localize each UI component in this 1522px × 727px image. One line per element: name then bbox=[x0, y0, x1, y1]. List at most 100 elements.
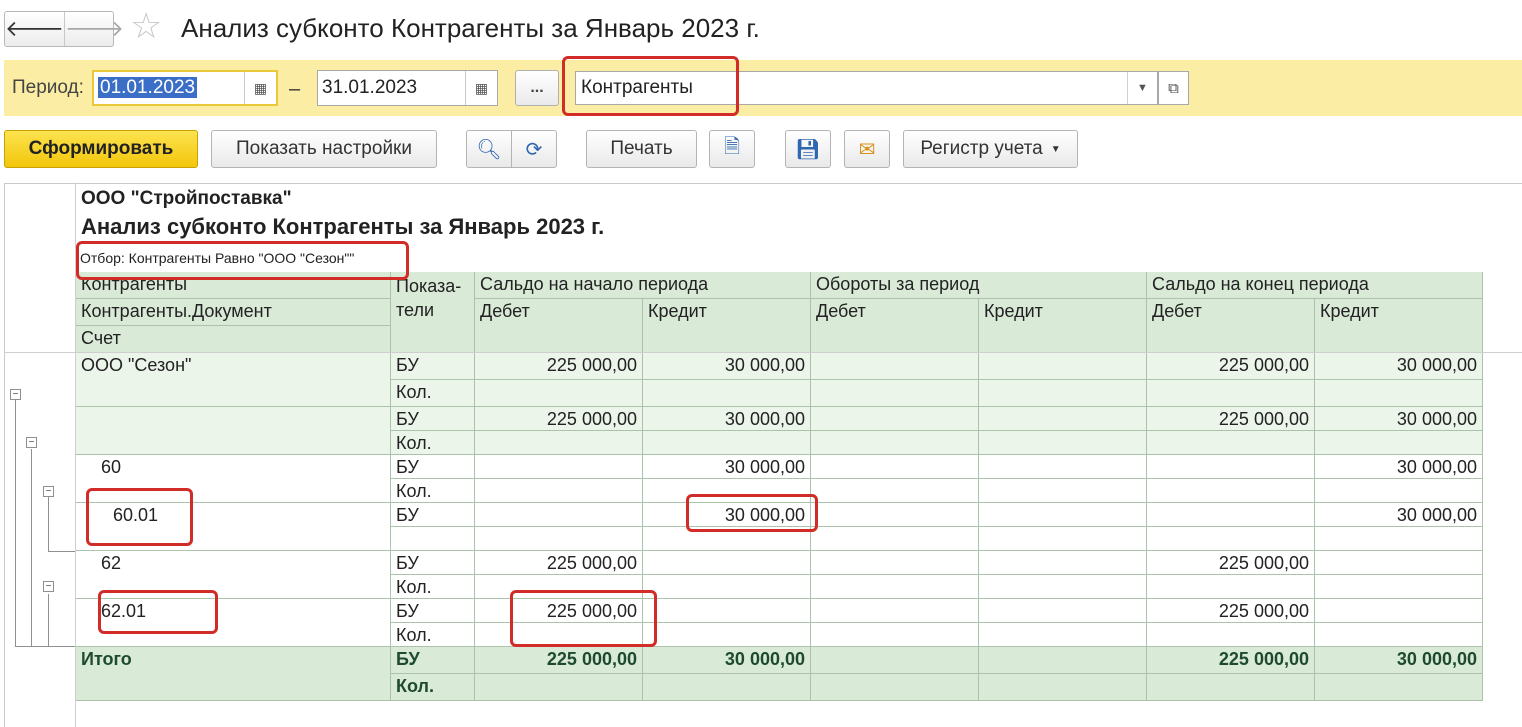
value-cell bbox=[1147, 479, 1315, 503]
value-cell bbox=[811, 623, 979, 647]
collapse-icon[interactable]: − bbox=[10, 389, 21, 400]
indicator-cell bbox=[391, 527, 475, 551]
column-header: Кредит bbox=[643, 299, 811, 353]
date-to-field[interactable]: 31.01.2023 ▦ bbox=[317, 70, 498, 106]
total-value bbox=[643, 674, 811, 701]
highlight-frame bbox=[510, 590, 657, 647]
total-value bbox=[811, 674, 979, 701]
save-icon[interactable]: 💾︎ bbox=[785, 130, 831, 168]
indicator-cell: БУ bbox=[391, 455, 475, 479]
calendar-icon[interactable]: ▦ bbox=[244, 72, 276, 104]
chevron-down-icon[interactable]: ▼ bbox=[1127, 72, 1157, 104]
column-header: Показа- тели bbox=[391, 272, 475, 353]
column-header: Сальдо на конец периода bbox=[1147, 272, 1483, 299]
total-value bbox=[979, 647, 1147, 674]
chevron-down-icon: ▼ bbox=[1050, 143, 1061, 155]
value-cell bbox=[979, 431, 1147, 455]
calendar-icon[interactable]: ▦ bbox=[465, 71, 497, 105]
highlight-frame bbox=[86, 488, 193, 546]
value-cell: 30 000,00 bbox=[1315, 353, 1483, 380]
value-cell: 225 000,00 bbox=[1147, 551, 1315, 575]
print-preview-icon[interactable]: 🗎 bbox=[709, 130, 755, 168]
indicator-cell: БУ bbox=[391, 353, 475, 380]
value-cell bbox=[979, 575, 1147, 599]
indicator-cell: БУ bbox=[391, 647, 475, 674]
highlight-frame bbox=[562, 56, 739, 116]
indicator-cell: Кол. bbox=[391, 623, 475, 647]
search-icon[interactable]: 🔍︎ bbox=[466, 130, 512, 168]
value-cell bbox=[1147, 431, 1315, 455]
indicator-cell: Кол. bbox=[391, 479, 475, 503]
total-value bbox=[1315, 674, 1483, 701]
column-header: Дебет bbox=[475, 299, 643, 353]
column-header: Обороты за период bbox=[811, 272, 1147, 299]
forward-button[interactable]: 🡒 bbox=[65, 12, 124, 46]
column-header: Сальдо на начало периода bbox=[475, 272, 811, 299]
period-dash: – bbox=[289, 78, 301, 100]
value-cell bbox=[643, 380, 811, 407]
column-header: Дебет bbox=[1147, 299, 1315, 353]
star-icon[interactable]: ☆ bbox=[130, 8, 162, 44]
value-cell bbox=[475, 503, 643, 527]
value-cell bbox=[1315, 380, 1483, 407]
register-dropdown[interactable]: Регистр учета ▼ bbox=[903, 130, 1078, 168]
value-cell bbox=[811, 455, 979, 479]
value-cell bbox=[1315, 599, 1483, 623]
value-cell bbox=[475, 455, 643, 479]
value-cell bbox=[475, 431, 643, 455]
value-cell bbox=[811, 380, 979, 407]
open-icon[interactable]: ⧉ bbox=[1158, 71, 1189, 105]
column-header: Кредит bbox=[1315, 299, 1483, 353]
indicator-cell: БУ bbox=[391, 599, 475, 623]
value-cell bbox=[1147, 380, 1315, 407]
period-choose-button[interactable]: ... bbox=[515, 70, 559, 106]
date-from-field[interactable]: 01.01.2023 ▦ bbox=[92, 70, 278, 106]
value-cell bbox=[643, 551, 811, 575]
mail-icon[interactable]: ✉ bbox=[844, 130, 890, 168]
value-cell bbox=[979, 527, 1147, 551]
indicator-cell: Кол. bbox=[391, 380, 475, 407]
value-cell bbox=[1315, 551, 1483, 575]
search-refresh-icon[interactable]: ⟳ bbox=[511, 130, 557, 168]
collapse-icon[interactable]: − bbox=[26, 437, 37, 448]
value-cell bbox=[1315, 431, 1483, 455]
value-cell: 30 000,00 bbox=[1315, 503, 1483, 527]
print-button[interactable]: Печать bbox=[586, 130, 697, 168]
generate-button[interactable]: Сформировать bbox=[4, 130, 198, 168]
value-cell bbox=[1315, 623, 1483, 647]
value-cell: 225 000,00 bbox=[1147, 353, 1315, 380]
total-label: Итого bbox=[76, 647, 391, 701]
report-organization: ООО "Стройпоставка" bbox=[81, 188, 292, 209]
total-value: 225 000,00 bbox=[475, 647, 643, 674]
indicator-cell: БУ bbox=[391, 551, 475, 575]
collapse-icon[interactable]: − bbox=[43, 581, 54, 592]
value-cell bbox=[979, 551, 1147, 575]
value-cell bbox=[811, 353, 979, 380]
column-header: Дебет bbox=[811, 299, 979, 353]
tree-line bbox=[15, 400, 16, 646]
value-cell bbox=[643, 431, 811, 455]
value-cell bbox=[979, 479, 1147, 503]
back-button[interactable]: 🡐 bbox=[5, 12, 65, 46]
row-label: ООО "Сезон" bbox=[76, 353, 391, 407]
value-cell bbox=[1147, 623, 1315, 647]
value-cell bbox=[1315, 479, 1483, 503]
column-header: Контрагенты.Документ bbox=[76, 299, 391, 326]
value-cell: 30 000,00 bbox=[1315, 407, 1483, 431]
tree-line bbox=[48, 551, 75, 552]
value-cell bbox=[1315, 527, 1483, 551]
total-value bbox=[475, 674, 643, 701]
date-to-value: 31.01.2023 bbox=[322, 77, 418, 98]
show-settings-button[interactable]: Показать настройки bbox=[211, 130, 437, 168]
highlight-frame bbox=[76, 241, 409, 280]
value-cell bbox=[979, 407, 1147, 431]
value-cell bbox=[643, 623, 811, 647]
value-cell bbox=[811, 527, 979, 551]
indicator-cell: Кол. bbox=[391, 674, 475, 701]
value-cell bbox=[811, 431, 979, 455]
collapse-icon[interactable]: − bbox=[43, 486, 54, 497]
value-cell bbox=[1147, 455, 1315, 479]
column-header: Кредит bbox=[979, 299, 1147, 353]
value-cell: 225 000,00 bbox=[1147, 599, 1315, 623]
total-value: 30 000,00 bbox=[643, 647, 811, 674]
